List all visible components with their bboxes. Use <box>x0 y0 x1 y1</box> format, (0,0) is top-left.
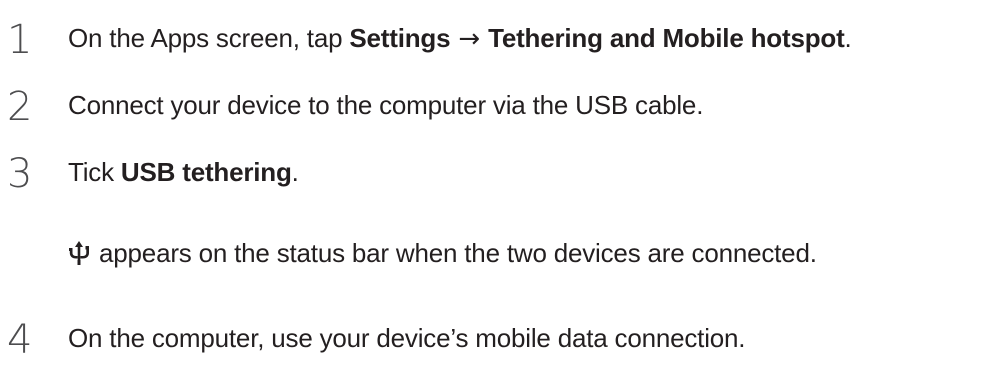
usb-icon <box>69 241 89 265</box>
arrow-separator: → <box>450 24 489 54</box>
step-text: Tick USB tethering. <box>68 157 299 187</box>
step-number: 4 <box>7 317 33 363</box>
step-text-plain: Tick <box>68 157 121 187</box>
step-text-period: . <box>291 157 299 187</box>
step-text-plain: On the Apps screen, tap <box>68 23 350 53</box>
step-text-period: . <box>844 23 852 53</box>
settings-label: Settings <box>349 23 451 53</box>
step-number: 2 <box>7 84 33 130</box>
step-text: On the Apps screen, tap Settings → Tethe… <box>68 23 852 54</box>
step-text: Connect your device to the computer via … <box>68 90 704 120</box>
instruction-document: 1 On the Apps screen, tap Settings → Tet… <box>0 0 995 375</box>
step-number: 3 <box>7 151 33 197</box>
step-text: On the computer, use your device’s mobil… <box>68 323 746 353</box>
usb-tethering-label: USB tethering <box>120 157 292 187</box>
tethering-hotspot-label: Tethering and Mobile hotspot <box>488 23 845 53</box>
note-text: appears on the status bar when the two d… <box>92 238 817 268</box>
step-3-note: appears on the status bar when the two d… <box>68 238 817 268</box>
step-number: 1 <box>7 17 33 63</box>
